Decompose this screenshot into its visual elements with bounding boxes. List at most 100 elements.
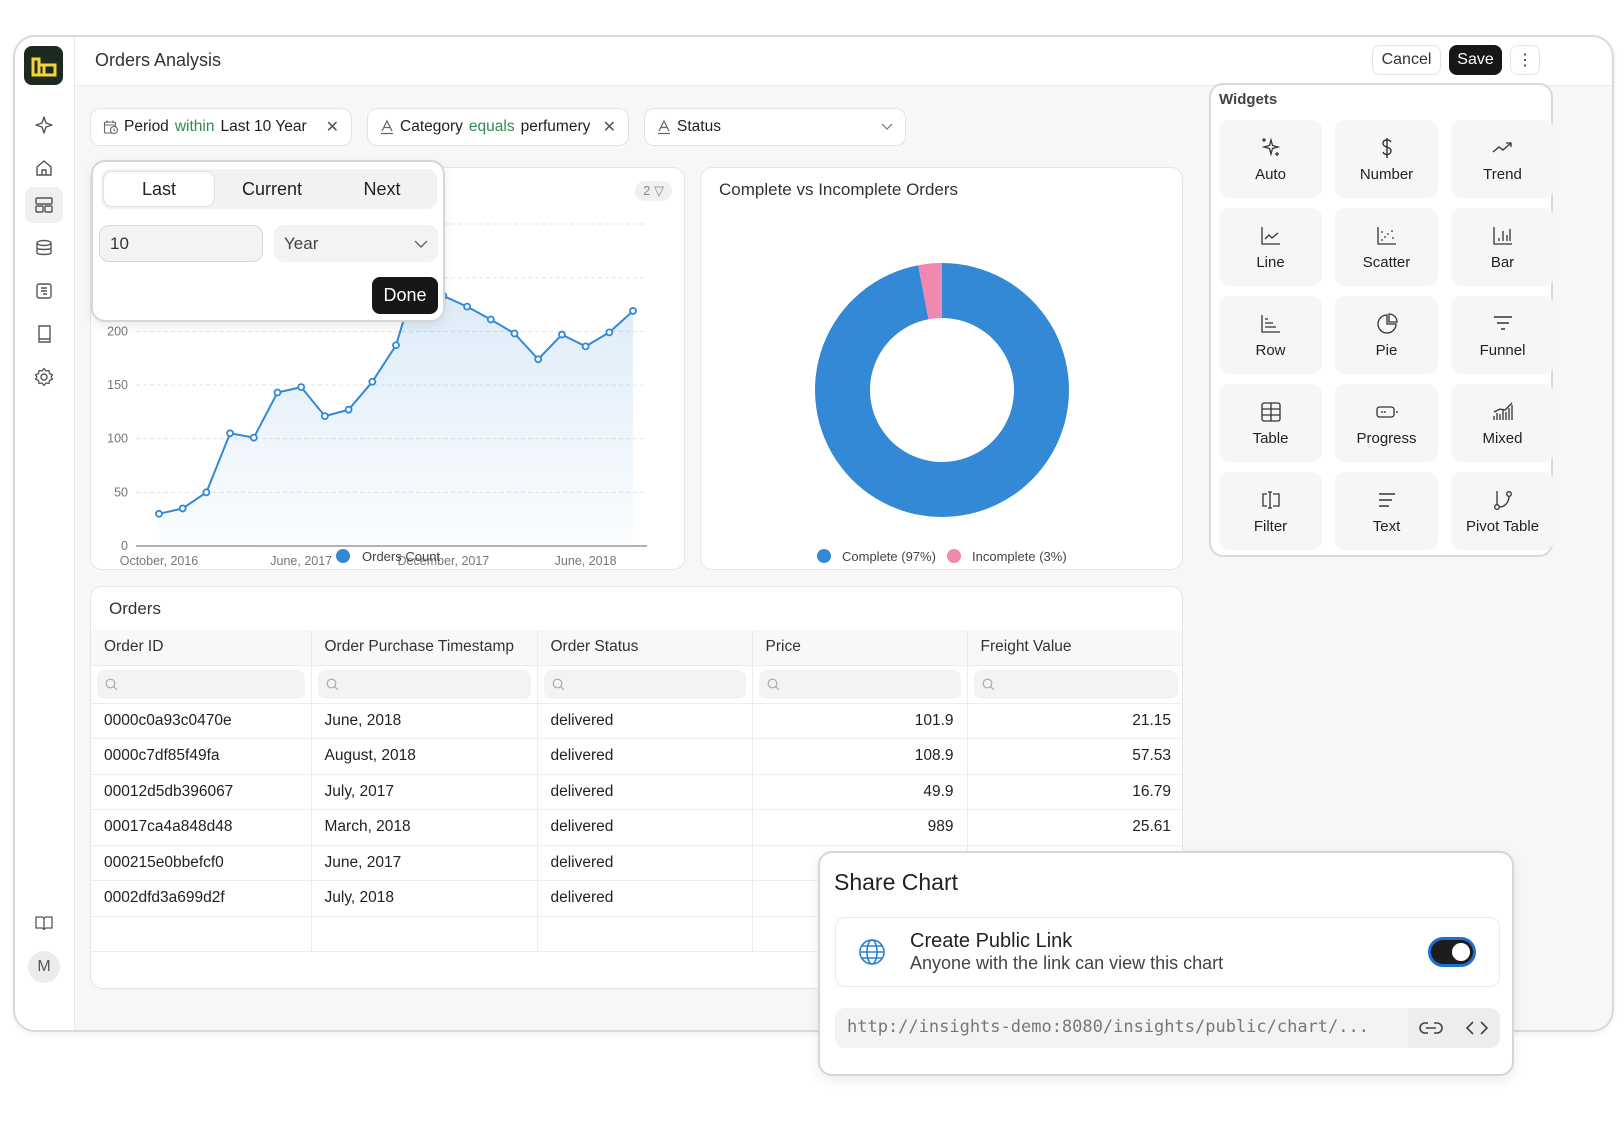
column-search-input[interactable] (97, 669, 305, 699)
widget-label: Number (1359, 165, 1414, 183)
remove-filter-icon[interactable]: ✕ (593, 117, 616, 137)
widget-label: Auto (1255, 165, 1286, 183)
period-amount-input[interactable] (99, 225, 263, 262)
widget-table[interactable]: Table (1219, 384, 1322, 462)
column-header[interactable]: Order Purchase Timestamp (311, 630, 538, 666)
widgets-title: Widgets (1219, 91, 1278, 108)
data-point (463, 302, 472, 311)
legend-label: Incomplete (3%) (972, 549, 1067, 564)
dialog-title: Share Chart (834, 869, 959, 895)
widget-label: Pie (1375, 341, 1398, 359)
table-row[interactable]: 00017ca4a848d48 March, 2018 delivered 989 25… (91, 809, 1182, 846)
copy-link-button[interactable] (1408, 1008, 1454, 1048)
save-button[interactable]: Save (1449, 45, 1502, 75)
column-header[interactable]: Freight Value (967, 630, 1182, 666)
tab-last[interactable]: Last (103, 171, 215, 207)
progress-icon (1375, 405, 1398, 418)
public-url-text[interactable]: http://insights-demo:8080/insights/publi… (847, 1017, 1402, 1037)
docs-icon[interactable] (25, 905, 63, 941)
book-icon[interactable] (25, 316, 63, 352)
widget-pie[interactable]: Pie (1335, 296, 1438, 374)
table-row[interactable]: 0000c7df85f49fa August, 2018 delivered 108.… (91, 738, 1182, 775)
text-type-icon (658, 119, 670, 135)
filter-status[interactable]: Status (644, 108, 906, 146)
more-options-button[interactable]: ⋮ (1510, 45, 1540, 75)
table-row[interactable]: 00012d5db396067 July, 2017 delivered 49.9 16… (91, 774, 1182, 810)
user-avatar[interactable]: M (28, 951, 60, 983)
widget-row[interactable]: Row (1219, 296, 1322, 374)
data-point (557, 330, 566, 339)
sparkles-icon (1261, 137, 1280, 156)
column-search-input[interactable] (317, 669, 531, 699)
table-cell: delivered (537, 809, 753, 846)
widget-label: Progress (1356, 429, 1417, 447)
widget-filter[interactable]: Filter (1219, 472, 1322, 550)
data-point (534, 355, 543, 364)
data-point (605, 328, 614, 337)
widget-text[interactable]: Text (1335, 472, 1438, 550)
filter-period[interactable]: Period within Last 10 Year ✕ (90, 108, 352, 146)
table-cell: 0000c0a93c0470e (91, 703, 312, 739)
done-button[interactable]: Done (372, 277, 438, 314)
table-cell: June, 2017 (311, 845, 538, 881)
remove-filter-icon[interactable]: ✕ (316, 117, 339, 137)
data-point (202, 488, 211, 497)
complete-vs-incomplete-card: Complete vs Incomplete Orders Complete (… (700, 167, 1183, 570)
page-title: Orders Analysis (95, 50, 222, 70)
column-header[interactable]: Price (752, 630, 968, 666)
period-unit-select[interactable]: Year (274, 225, 438, 262)
widget-pivot-table[interactable]: Pivot Table (1451, 472, 1554, 550)
settings-icon[interactable] (25, 359, 63, 395)
public-link-setting: Create Public Link Anyone with the link … (835, 917, 1500, 987)
copy-embed-button[interactable] (1454, 1008, 1500, 1048)
table-icon (1260, 401, 1281, 422)
column-header[interactable]: Order ID (91, 630, 312, 666)
search-icon (767, 678, 779, 690)
widgets-grid: Auto Number Trend Line Scatter Bar Row Pie Funne… (1219, 120, 1554, 550)
dashboard-icon[interactable] (25, 187, 63, 223)
public-url-field[interactable]: http://insights-demo:8080/insights/publi… (835, 1008, 1500, 1048)
filter-value: Last 10 Year (220, 118, 307, 135)
widget-mixed[interactable]: Mixed (1451, 384, 1554, 462)
table-row[interactable]: 0000c0a93c0470e June, 2018 delivered 101.9 2… (91, 703, 1182, 739)
column-search-cell (311, 665, 538, 704)
widget-number[interactable]: Number (1335, 120, 1438, 198)
public-link-description: Anyone with the link can view this chart (910, 953, 1224, 973)
column-search-input[interactable] (973, 669, 1178, 699)
cancel-button[interactable]: Cancel (1372, 45, 1441, 75)
widget-funnel[interactable]: Funnel (1451, 296, 1554, 374)
app-logo[interactable] (24, 46, 63, 85)
legend-marker (817, 549, 831, 563)
widgets-panel: Widgets Auto Number Trend Line Scatter Bar Row… (1209, 83, 1554, 557)
link-icon (1419, 1022, 1443, 1034)
column-search-input[interactable] (758, 669, 961, 699)
top-bar: Orders Analysis Cancel Save ⋮ (75, 37, 1612, 86)
database-icon[interactable] (25, 230, 63, 266)
data-point (273, 388, 282, 397)
widget-scatter[interactable]: Scatter (1335, 208, 1438, 286)
widget-trend[interactable]: Trend (1451, 120, 1554, 198)
widget-line[interactable]: Line (1219, 208, 1322, 286)
widget-auto[interactable]: Auto (1219, 120, 1322, 198)
selected-unit: Year (284, 233, 319, 253)
widget-bar[interactable]: Bar (1451, 208, 1554, 286)
filter-category[interactable]: Category equals perfumery ✕ (367, 108, 629, 146)
widget-label: Line (1256, 253, 1285, 271)
tab-next[interactable]: Next (327, 169, 437, 209)
notebook-icon[interactable] (25, 273, 63, 309)
tab-current[interactable]: Current (217, 169, 327, 209)
public-link-toggle[interactable] (1428, 937, 1476, 967)
column-search-input[interactable] (543, 669, 746, 699)
table-cell: 101.9 (752, 703, 968, 739)
bar-chart-icon (1492, 226, 1512, 245)
pivot-icon (1493, 490, 1512, 510)
column-header[interactable]: Order Status (537, 630, 753, 666)
table-cell: delivered (537, 774, 753, 810)
sparkle-icon[interactable] (25, 107, 63, 143)
row-chart-icon (1260, 314, 1280, 333)
widget-progress[interactable]: Progress (1335, 384, 1438, 462)
home-icon[interactable] (25, 150, 63, 186)
column-search-cell (537, 665, 753, 704)
y-tick-label: 200 (107, 324, 128, 338)
table-cell: June, 2018 (311, 703, 538, 739)
